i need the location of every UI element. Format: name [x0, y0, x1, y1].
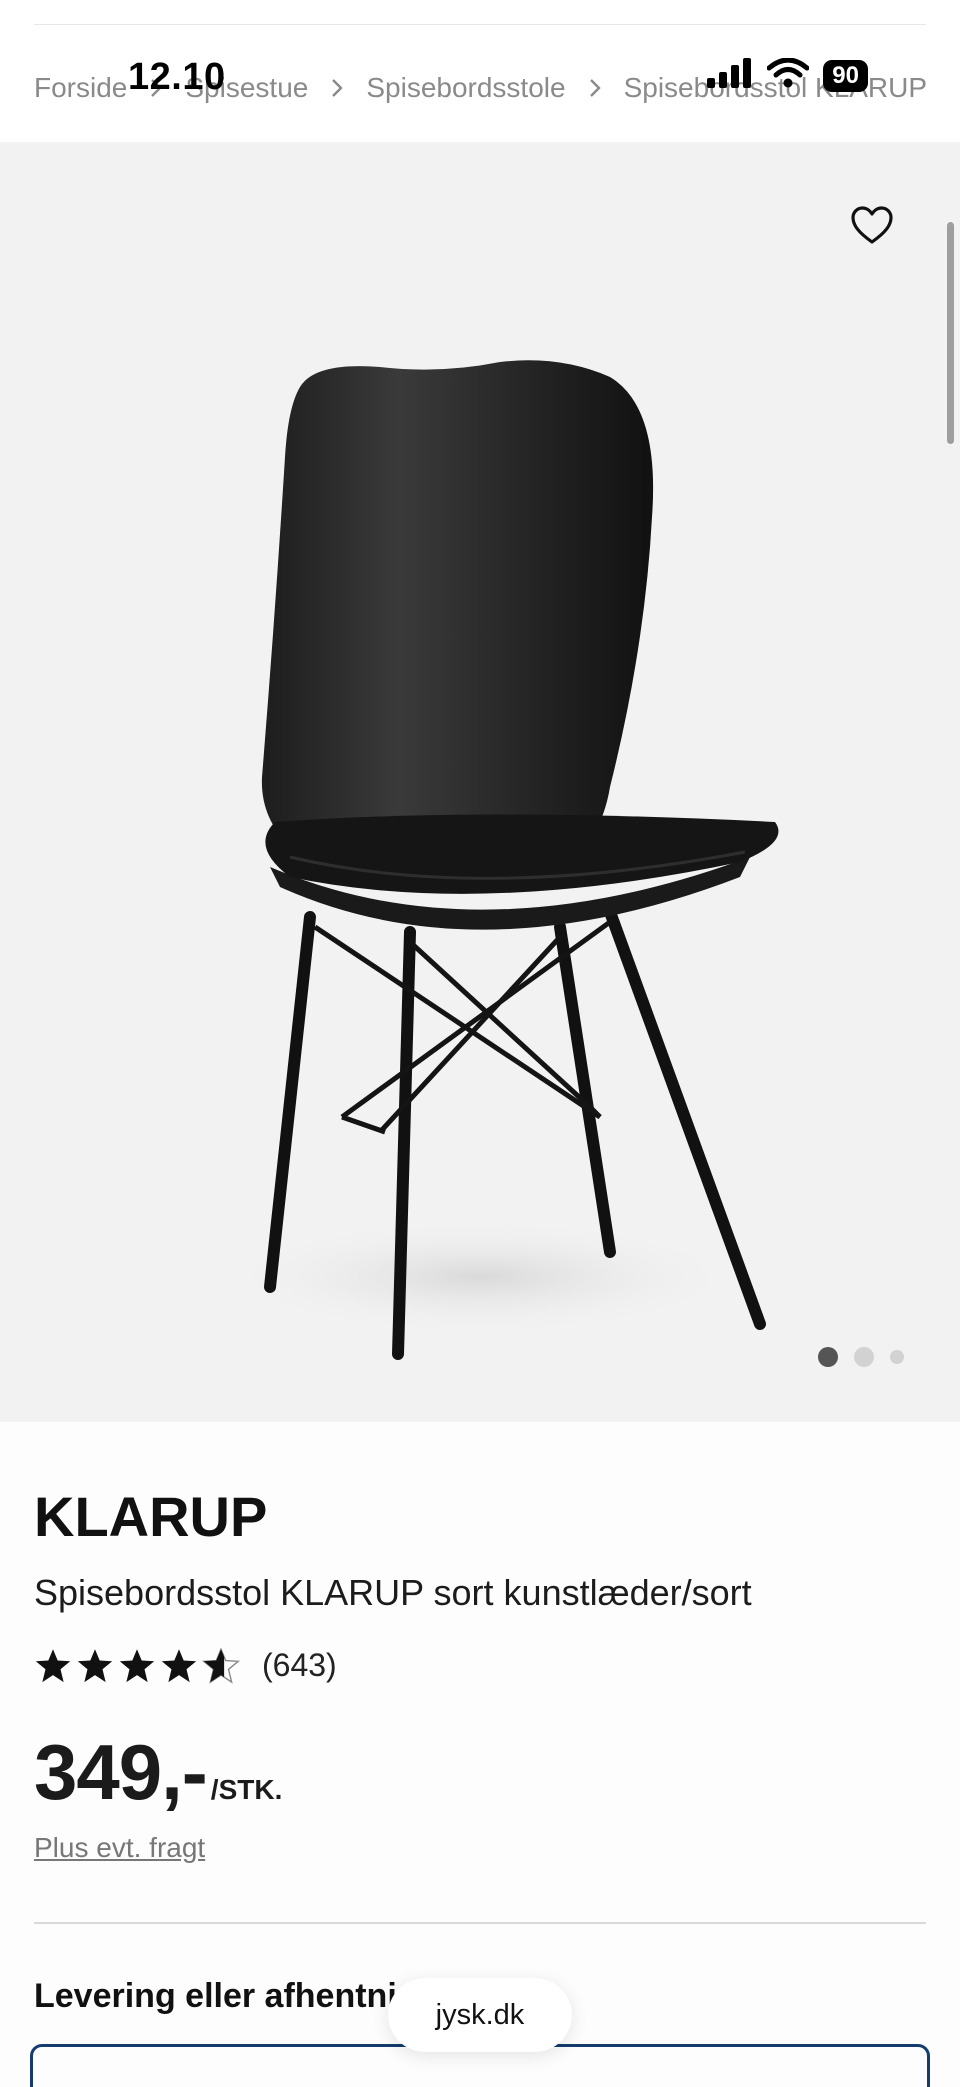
section-divider	[34, 1922, 926, 1924]
breadcrumb-item-dining-room[interactable]: Spisestue	[185, 72, 308, 104]
star-icon	[77, 1648, 113, 1682]
gallery-dot-1[interactable]	[818, 1347, 838, 1367]
browser-url-pill[interactable]: jysk.dk	[388, 1978, 572, 2052]
page-header: Forside Spisestue Spisebordsstole Spiseb…	[0, 0, 960, 142]
header-divider	[34, 24, 926, 25]
price-row: 349,- /STK.	[34, 1727, 282, 1818]
scrollbar-thumb[interactable]	[947, 222, 954, 444]
star-icon	[35, 1648, 71, 1682]
chevron-right-icon	[149, 77, 163, 99]
product-image-chair	[210, 360, 779, 1360]
product-image-gallery[interactable]	[0, 142, 960, 1422]
star-rating	[34, 1647, 240, 1684]
review-count[interactable]: (643)	[262, 1647, 337, 1684]
product-brand: KLARUP	[34, 1485, 268, 1548]
gallery-dot-3[interactable]	[890, 1350, 904, 1364]
star-icon	[119, 1648, 155, 1682]
gallery-dot-2[interactable]	[854, 1347, 874, 1367]
price-unit: /STK.	[210, 1774, 283, 1805]
breadcrumb-item-current: Spisebordsstol KLARUP	[623, 72, 926, 103]
star-icon	[161, 1648, 197, 1682]
product-price: 349,-	[34, 1728, 208, 1816]
breadcrumb-item-dining-chairs[interactable]: Spisebordsstole	[366, 72, 565, 104]
freight-link[interactable]: Plus evt. fragt	[34, 1832, 205, 1864]
heart-outline-icon[interactable]	[850, 204, 894, 248]
star-half-icon	[202, 1647, 240, 1684]
breadcrumb: Forside Spisestue Spisebordsstole Spiseb…	[34, 72, 926, 104]
chevron-right-icon	[588, 77, 602, 99]
breadcrumb-item-home[interactable]: Forside	[34, 72, 127, 104]
gallery-pagination	[818, 1347, 904, 1367]
chevron-right-icon	[330, 77, 344, 99]
product-name: Spisebordsstol KLARUP sort kunstlæder/so…	[34, 1572, 752, 1613]
product-rating[interactable]: (643)	[34, 1647, 337, 1684]
